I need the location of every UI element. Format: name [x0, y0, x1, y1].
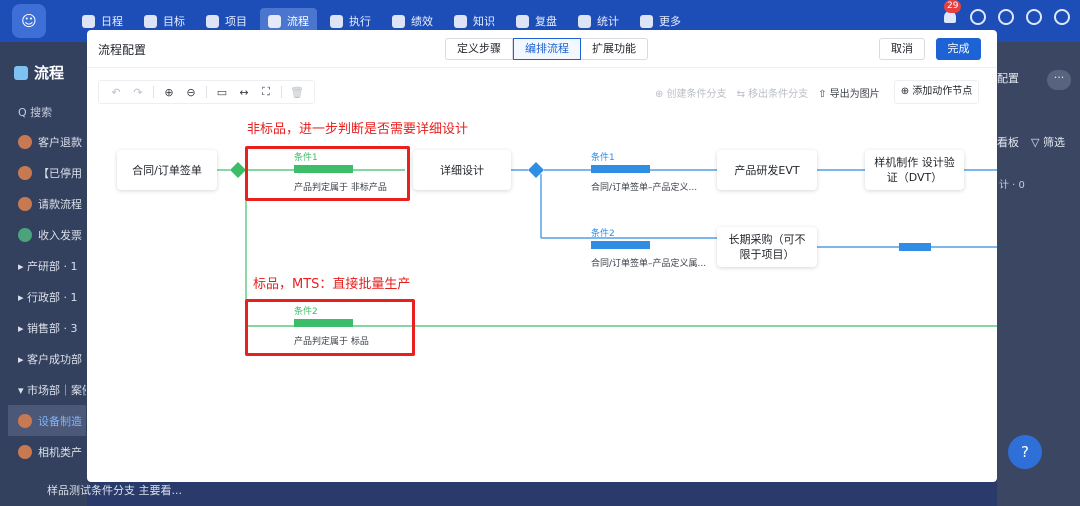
- search-icon[interactable]: [970, 9, 986, 25]
- list-item[interactable]: 【已停用: [18, 157, 86, 188]
- canvas-actions: ⊕ 创建条件分支 ⇆ 移出条件分支 ⇧ 导出为图片 ⊕ 添加动作节点: [655, 80, 980, 104]
- condition-2-design[interactable]: 条件2 合同/订单签单–产品定义属...: [591, 229, 709, 269]
- process-icon: [18, 413, 32, 428]
- list-item[interactable]: 相机类产: [18, 436, 86, 467]
- undo-icon[interactable]: ↶: [108, 84, 124, 100]
- group-item[interactable]: ▾ 市场部｜案例: [18, 374, 86, 405]
- condition-bar: [591, 165, 650, 173]
- annotation-nonstandard: 非标品，进一步判断是否需要详细设计: [247, 122, 469, 137]
- blue-condition-bar[interactable]: [899, 243, 931, 251]
- group-item[interactable]: ▸ 销售部 · 3: [18, 312, 86, 343]
- actual-size-icon[interactable]: ▭: [214, 84, 230, 100]
- process-icon: [18, 227, 32, 242]
- divider: [281, 86, 282, 98]
- process-icon: [18, 165, 32, 180]
- canvas-toolbar: ↶ ↷ ⊕ ⊖ ▭ ↔ ⛶ 🗑: [98, 80, 315, 104]
- process-icon: [14, 65, 28, 80]
- list-item[interactable]: 客户退款: [18, 126, 86, 157]
- gear-icon[interactable]: [1026, 9, 1042, 25]
- notification-bell-icon[interactable]: 29: [942, 0, 962, 25]
- divider: [153, 86, 154, 98]
- flow-edges: [217, 162, 997, 327]
- node-contract-signing[interactable]: 合同/订单签单: [117, 150, 217, 190]
- export-image-button[interactable]: ⇧ 导出为图片: [818, 85, 880, 100]
- more-button[interactable]: ···: [1047, 70, 1071, 90]
- divider: [206, 86, 207, 98]
- list-item[interactable]: 请款流程: [18, 188, 86, 219]
- process-icon: [18, 196, 32, 211]
- help-icon[interactable]: [1054, 9, 1070, 25]
- node-long-term-purchase[interactable]: 长期采购（可不限于项目）: [717, 227, 817, 267]
- done-button[interactable]: 完成: [936, 38, 981, 60]
- background-page-title: 流程: [14, 62, 64, 83]
- node-detail-design[interactable]: 详细设计: [413, 150, 511, 190]
- config-label[interactable]: 配置: [997, 70, 1019, 86]
- board-label[interactable]: 看板: [997, 134, 1019, 150]
- redo-icon[interactable]: ↷: [130, 84, 146, 100]
- condition-bar: [591, 241, 650, 249]
- tab-extensions[interactable]: 扩展功能: [581, 39, 647, 59]
- grid-icon: [640, 14, 653, 28]
- annotation-box-standard: [245, 299, 415, 356]
- book-icon: [454, 14, 467, 28]
- cube-icon: [206, 14, 219, 28]
- count-label: 计 · 0: [999, 180, 1025, 191]
- pie-icon: [578, 14, 591, 28]
- remove-branch-button[interactable]: ⇆ 移出条件分支: [737, 85, 809, 100]
- condition-name: 条件1: [591, 153, 615, 163]
- condition-name: 条件2: [591, 229, 615, 239]
- tab-orchestrate-flow[interactable]: 编排流程: [513, 38, 581, 60]
- process-config-modal: 流程配置 定义步骤 编排流程 扩展功能 取消 完成 ↶ ↷ ⊕ ⊖ ▭ ↔ ⛶ …: [87, 30, 997, 482]
- condition-desc: 合同/订单签单–产品定义...: [591, 183, 698, 193]
- node-rd-evt[interactable]: 产品研发EVT: [717, 150, 817, 190]
- background-list-item[interactable]: 样品测试条件分支 主要看...: [47, 482, 182, 498]
- help-bubble-icon[interactable]: ?: [1008, 435, 1042, 469]
- add-action-node-button[interactable]: ⊕ 添加动作节点: [893, 80, 980, 104]
- list-icon: [330, 14, 343, 28]
- green-diamond-branch[interactable]: [230, 162, 246, 178]
- chart-icon: [392, 14, 405, 28]
- cancel-button[interactable]: 取消: [879, 38, 925, 60]
- top-right-tools: 29: [942, 0, 1070, 25]
- tab-define-steps[interactable]: 定义步骤: [446, 39, 513, 59]
- group-item[interactable]: ▸ 产研部 · 1: [18, 250, 86, 281]
- review-icon: [516, 14, 529, 28]
- target-icon: [144, 14, 157, 28]
- background-process-list: 客户退款 【已停用 请款流程 收入发票 ▸ 产研部 · 1 ▸ 行政部 · 1 …: [8, 126, 86, 467]
- fit-screen-icon[interactable]: ⛶: [258, 84, 274, 100]
- node-prototype-dvt[interactable]: 样机制作 设计验证（DVT）: [865, 150, 964, 190]
- modal-title: 流程配置: [98, 43, 147, 57]
- flow-canvas[interactable]: 合同/订单签单 详细设计 产品研发EVT 样机制作 设计验证（DVT） 长期采购…: [87, 114, 997, 482]
- process-icon: [18, 134, 32, 149]
- zoom-in-icon[interactable]: ⊕: [161, 84, 177, 100]
- notification-badge: 29: [944, 0, 962, 13]
- delete-icon[interactable]: 🗑: [289, 84, 305, 100]
- condition-1-design[interactable]: 条件1 合同/订单签单–产品定义...: [591, 153, 709, 193]
- list-item[interactable]: 收入发票: [18, 219, 86, 250]
- group-item[interactable]: ▸ 行政部 · 1: [18, 281, 86, 312]
- group-item[interactable]: ▸ 客户成功部: [18, 343, 86, 374]
- annotation-standard: 标品，MTS：直接批量生产: [253, 277, 411, 292]
- filter-button[interactable]: ▽ 筛选: [1031, 134, 1065, 150]
- process-icon: [18, 444, 32, 459]
- annotation-box-nonstandard: [245, 146, 410, 201]
- modal-header: 流程配置 定义步骤 编排流程 扩展功能 取消 完成: [87, 30, 997, 68]
- zoom-out-icon[interactable]: ⊖: [183, 84, 199, 100]
- background-search[interactable]: Q 搜索: [18, 104, 52, 120]
- create-branch-button[interactable]: ⊕ 创建条件分支: [655, 85, 727, 100]
- fit-width-icon[interactable]: ↔: [236, 84, 252, 100]
- list-item-selected[interactable]: 设备制造: [8, 405, 86, 436]
- condition-desc: 合同/订单签单–产品定义属...: [591, 259, 707, 269]
- flow-icon: [268, 14, 281, 28]
- calendar-icon: [82, 14, 95, 28]
- step-tabs: 定义步骤 编排流程 扩展功能: [445, 38, 648, 60]
- app-logo[interactable]: ☺: [12, 4, 46, 38]
- info-icon[interactable]: [998, 9, 1014, 25]
- background-right-panel: 配置 ··· 看板 ▽ 筛选 计 · 0: [997, 42, 1080, 506]
